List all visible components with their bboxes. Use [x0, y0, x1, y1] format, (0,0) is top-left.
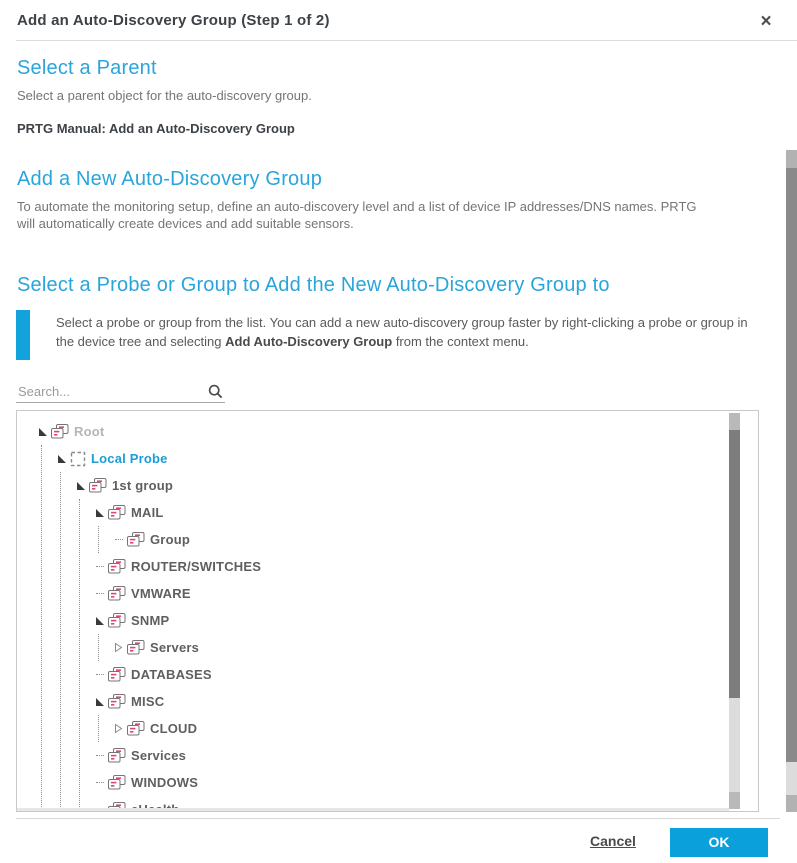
probe-icon — [70, 451, 86, 467]
page-scrollbar-bottom-cap[interactable] — [786, 795, 797, 812]
cancel-button[interactable]: Cancel — [590, 833, 636, 849]
prtg-manual-link[interactable]: PRTG Manual: Add an Auto-Discovery Group — [17, 121, 295, 136]
tree-node-label[interactable]: WINDOWS — [131, 775, 198, 790]
group-icon — [108, 505, 126, 520]
page-scrollbar-thumb[interactable] — [786, 168, 797, 762]
tree-scrollbar-bottom-cap[interactable] — [729, 792, 740, 809]
tree-node-label[interactable]: ROUTER/SWITCHES — [131, 559, 261, 574]
tree-item-local-probe[interactable]: Local Probe — [56, 445, 758, 472]
search-field[interactable] — [16, 380, 225, 403]
section-heading-select-parent: Select a Parent — [17, 57, 157, 80]
tree-elbow-connector — [113, 526, 124, 553]
tree-item-snmp[interactable]: SNMP — [94, 607, 758, 634]
tree-node-label[interactable]: Services — [131, 748, 186, 763]
collapse-icon[interactable] — [94, 688, 105, 715]
tree-node-label[interactable]: DATABASES — [131, 667, 212, 682]
info-accent-bar — [16, 310, 30, 360]
tree-item-root[interactable]: Root — [37, 418, 758, 445]
close-icon[interactable]: × — [754, 10, 778, 34]
tree-elbow-connector — [94, 580, 105, 607]
tree-item-windows[interactable]: WINDOWS — [94, 769, 758, 796]
tree-item-cloud[interactable]: CLOUD — [113, 715, 758, 742]
device-tree-panel[interactable]: Root Local Probe 1st group MAIL Group ROUTER/… — [16, 410, 759, 812]
page-scrollbar-top-cap[interactable] — [786, 150, 797, 168]
page-scrollbar-track[interactable] — [786, 762, 797, 795]
tree-node-label[interactable]: SNMP — [131, 613, 169, 628]
header-divider — [16, 40, 797, 41]
ok-button[interactable]: OK — [670, 828, 768, 857]
tree-scrollbar-horizontal[interactable] — [17, 808, 729, 811]
info-text-bold: Add Auto-Discovery Group — [225, 334, 392, 349]
tree-scrollbar-track[interactable] — [729, 698, 740, 792]
group-icon — [89, 478, 107, 493]
tree-elbow-connector — [94, 742, 105, 769]
expand-icon[interactable] — [113, 634, 124, 661]
tree-item-misc[interactable]: MISC — [94, 688, 758, 715]
tree-item-services[interactable]: Services — [94, 742, 758, 769]
footer-divider — [16, 818, 780, 819]
group-icon — [127, 721, 145, 736]
tree-node-label[interactable]: MAIL — [131, 505, 164, 520]
collapse-icon[interactable] — [37, 418, 48, 445]
group-icon — [108, 586, 126, 601]
tree-node-label[interactable]: Group — [150, 532, 190, 547]
group-icon — [108, 694, 126, 709]
tree-node-label[interactable]: 1st group — [112, 478, 173, 493]
tree-scrollbar-thumb[interactable] — [729, 430, 740, 698]
tree-node-label[interactable]: Local Probe — [91, 451, 168, 466]
group-icon — [108, 667, 126, 682]
tree-item-mail[interactable]: MAIL — [94, 499, 758, 526]
section-heading-select-probe: Select a Probe or Group to Add the New A… — [17, 274, 610, 297]
tree-item-1st-group[interactable]: 1st group — [75, 472, 758, 499]
select-parent-description: Select a parent object for the auto-disc… — [17, 87, 312, 104]
page-scrollbar[interactable] — [786, 150, 797, 812]
group-icon — [51, 424, 69, 439]
collapse-icon[interactable] — [94, 607, 105, 634]
tree-node-label[interactable]: Root — [74, 424, 104, 439]
collapse-icon[interactable] — [56, 445, 67, 472]
dialog-title: Add an Auto-Discovery Group (Step 1 of 2… — [17, 12, 330, 29]
info-box: Select a probe or group from the list. Y… — [16, 310, 756, 360]
tree-item-vmware[interactable]: VMWARE — [94, 580, 758, 607]
group-icon — [108, 748, 126, 763]
collapse-icon[interactable] — [94, 499, 105, 526]
tree-node-label[interactable]: CLOUD — [150, 721, 197, 736]
tree-node-label[interactable]: MISC — [131, 694, 164, 709]
group-icon — [108, 559, 126, 574]
tree-item-servers[interactable]: Servers — [113, 634, 758, 661]
tree-elbow-connector — [94, 769, 105, 796]
collapse-icon[interactable] — [75, 472, 86, 499]
search-icon[interactable] — [208, 384, 223, 399]
search-input[interactable] — [16, 384, 186, 399]
tree-item-group[interactable]: Group — [113, 526, 758, 553]
group-icon — [127, 532, 145, 547]
tree-node-label[interactable]: VMWARE — [131, 586, 191, 601]
group-icon — [108, 775, 126, 790]
expand-icon[interactable] — [113, 715, 124, 742]
tree-item-router-switches[interactable]: ROUTER/SWITCHES — [94, 553, 758, 580]
info-text-after: from the context menu. — [392, 334, 529, 349]
group-icon — [127, 640, 145, 655]
info-text: Select a probe or group from the list. Y… — [56, 310, 748, 360]
section-heading-add-group: Add a New Auto-Discovery Group — [17, 168, 322, 191]
tree-elbow-connector — [94, 661, 105, 688]
tree-node-label[interactable]: Servers — [150, 640, 199, 655]
tree-scrollbar-vertical[interactable] — [729, 413, 740, 809]
add-group-description: To automate the monitoring setup, define… — [17, 198, 707, 232]
tree-item-databases[interactable]: DATABASES — [94, 661, 758, 688]
tree-elbow-connector — [94, 553, 105, 580]
tree-scrollbar-top-cap[interactable] — [729, 413, 740, 430]
group-icon — [108, 613, 126, 628]
device-tree: Root Local Probe 1st group MAIL Group ROUTER/… — [17, 411, 758, 812]
